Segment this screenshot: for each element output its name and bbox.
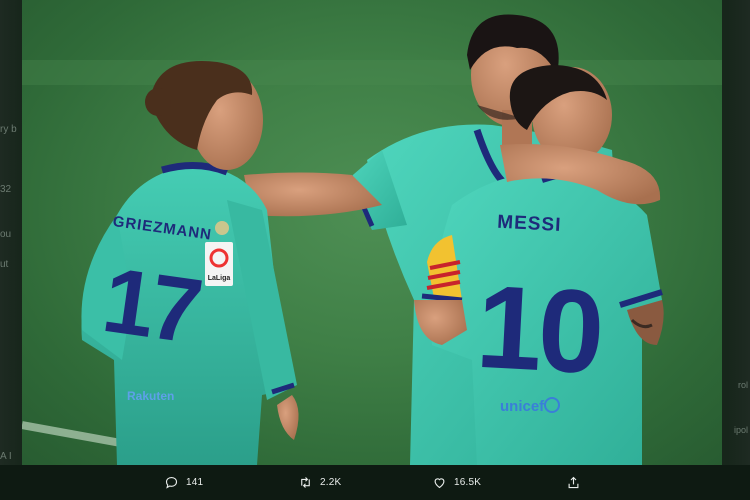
tweet-action-bar: 141 2.2K 16.5K (0, 465, 750, 500)
sponsor-text: Rakuten (127, 389, 174, 403)
ghost-text-fragment: rol (737, 380, 748, 390)
jersey-number: 10 (473, 261, 603, 399)
player-griezmann: GRIEZMANN 17 LaLiga Rakuten (81, 61, 299, 465)
retweet-icon (301, 477, 310, 488)
ghost-text-fragment: ry b (0, 124, 17, 135)
like-button[interactable]: 16.5K (432, 465, 481, 500)
jersey-number: 17 (97, 249, 205, 363)
pitch-stripe (22, 60, 722, 85)
background-tweet-text-left: ry b 32 ou ut A I (0, 0, 22, 465)
retweet-button[interactable]: 2.2K (298, 465, 341, 500)
ghost-text-fragment: ut (0, 259, 9, 270)
reply-button[interactable]: 141 (164, 465, 203, 500)
reply-count: 141 (186, 477, 204, 488)
reply-icon (165, 476, 178, 489)
laliga-text: LaLiga (208, 275, 231, 282)
ghost-text-fragment: ou (0, 229, 12, 240)
unicef-logo: unicef (500, 398, 545, 415)
tweet-photo[interactable]: GRIEZMANN 17 LaLiga Rakuten MESSI 10 uni… (22, 0, 722, 465)
players-illustration: GRIEZMANN 17 LaLiga Rakuten MESSI 10 uni… (22, 14, 722, 465)
background-tweet-text-right: rol ipol (722, 0, 750, 465)
share-button[interactable] (566, 465, 588, 500)
pitch-line (22, 421, 133, 449)
ghost-text-fragment: ipol (733, 425, 748, 435)
like-count: 16.5K (454, 477, 482, 488)
ghost-text-fragment: 32 (0, 184, 12, 195)
jersey-name: MESSI (497, 212, 562, 236)
share-icon (568, 476, 579, 489)
heart-icon (434, 478, 445, 489)
ghost-text-fragment: A I (0, 451, 12, 462)
retweet-count: 2.2K (320, 477, 342, 488)
sleeve-badge (215, 221, 229, 235)
